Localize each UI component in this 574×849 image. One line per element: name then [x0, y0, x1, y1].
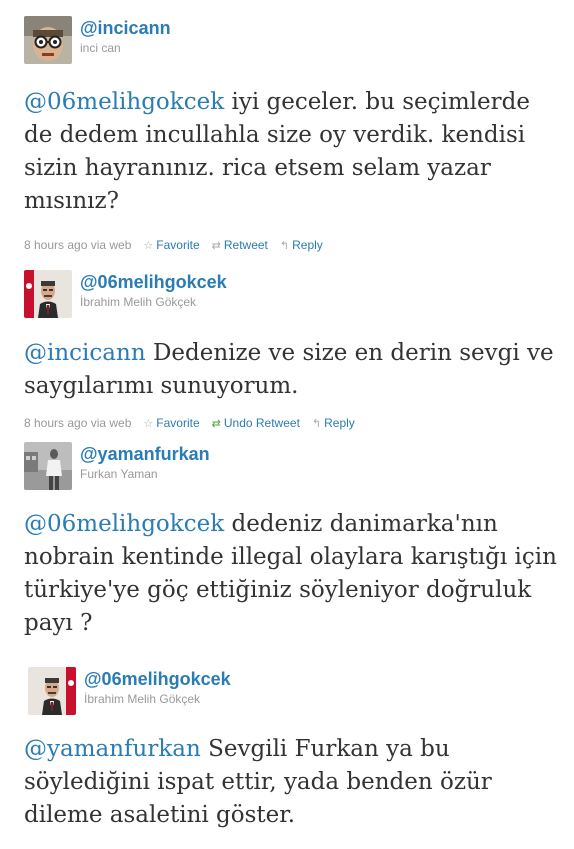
tweet-header: @yamanfurkan Furkan Yaman	[24, 442, 210, 490]
tweet-author-name: İbrahim Melih Gökçek	[84, 692, 201, 706]
star-icon: ☆	[143, 239, 154, 252]
avatar-06melihgokcek[interactable]	[28, 667, 76, 715]
tweet-author-handle[interactable]: @yamanfurkan	[80, 444, 210, 464]
tweet-text: @incicann Dedenize ve size en derin sevg…	[24, 337, 564, 403]
retweet-icon: ⇄	[211, 417, 221, 430]
tweet-text: @06melihgokcek dedeniz danimarka'nın nob…	[24, 508, 564, 640]
reply-button[interactable]: ↰ Reply	[280, 238, 323, 252]
favorite-label: Favorite	[156, 416, 200, 430]
mention-link[interactable]: @06melihgokcek	[24, 89, 224, 115]
reply-label: Reply	[324, 416, 355, 430]
favorite-button[interactable]: ☆ Favorite	[143, 416, 199, 430]
tweet-author-handle[interactable]: @06melihgokcek	[80, 272, 227, 292]
favorite-button[interactable]: ☆ Favorite	[143, 238, 199, 252]
tweet-header: @06melihgokcek İbrahim Melih Gökçek	[28, 667, 231, 715]
tweet-header: @06melihgokcek İbrahim Melih Gökçek	[24, 270, 227, 318]
tweet-timestamp[interactable]: 8 hours ago via web	[24, 238, 131, 252]
undo-retweet-button[interactable]: ⇄ Undo Retweet	[212, 416, 300, 430]
reply-icon: ↰	[311, 417, 322, 430]
tweet-author-name: Furkan Yaman	[80, 467, 158, 481]
tweet-author-handle[interactable]: @incicann	[80, 18, 171, 38]
avatar-incicann[interactable]	[24, 16, 72, 64]
favorite-label: Favorite	[156, 238, 200, 252]
tweet-header: @incicann inci can	[24, 16, 171, 64]
tweet-text: @06melihgokcek iyi geceler. bu seçimlerd…	[24, 86, 564, 218]
mention-link[interactable]: @06melihgokcek	[24, 511, 224, 537]
reply-button[interactable]: ↰ Reply	[312, 416, 355, 430]
avatar-yamanfurkan[interactable]	[24, 442, 72, 490]
reply-icon: ↰	[279, 239, 290, 252]
tweet-text: @yamanfurkan Sevgili Furkan ya bu söyled…	[24, 733, 564, 832]
tweet-author-name: inci can	[80, 41, 121, 55]
retweet-button[interactable]: ⇄ Retweet	[212, 238, 268, 252]
tweet-author-handle[interactable]: @06melihgokcek	[84, 669, 231, 689]
star-icon: ☆	[143, 417, 154, 430]
tweet-author-name: İbrahim Melih Gökçek	[80, 295, 197, 309]
mention-link[interactable]: @incicann	[24, 340, 146, 366]
retweet-label: Undo Retweet	[223, 416, 300, 430]
tweet-timestamp[interactable]: 8 hours ago via web	[24, 416, 131, 430]
retweet-icon: ⇄	[211, 239, 221, 252]
reply-label: Reply	[292, 238, 323, 252]
tweet-meta: 8 hours ago via web ☆ Favorite ⇄ Retweet ↰…	[24, 238, 323, 252]
retweet-label: Retweet	[223, 238, 268, 252]
tweet-meta: 8 hours ago via web ☆ Favorite ⇄ Undo Retw…	[24, 416, 355, 430]
avatar-06melihgokcek[interactable]	[24, 270, 72, 318]
mention-link[interactable]: @yamanfurkan	[24, 736, 201, 762]
